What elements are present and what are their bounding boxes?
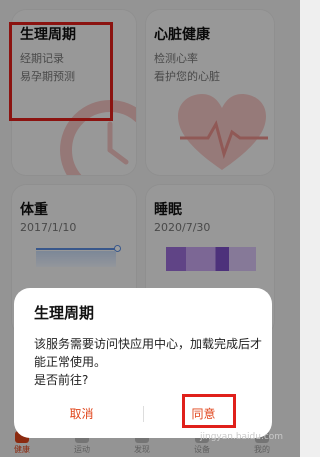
dialog-message: 该服务需要访问快应用中心，加载完成后才能正常使用。 是否前往? [34,335,262,389]
dialog-title: 生理周期 [34,304,95,322]
dialog-question: 是否前往? [34,373,89,387]
dialog-message-text: 该服务需要访问快应用中心，加载完成后才能正常使用。 [34,337,263,369]
permission-dialog: 生理周期 该服务需要访问快应用中心，加载完成后才能正常使用。 是否前往? 取消 … [14,288,272,438]
watermark: jingyan.baidu.com [200,432,284,442]
dialog-button-divider [143,406,144,422]
agree-button[interactable]: 同意 [156,400,251,428]
cancel-button[interactable]: 取消 [34,400,129,428]
